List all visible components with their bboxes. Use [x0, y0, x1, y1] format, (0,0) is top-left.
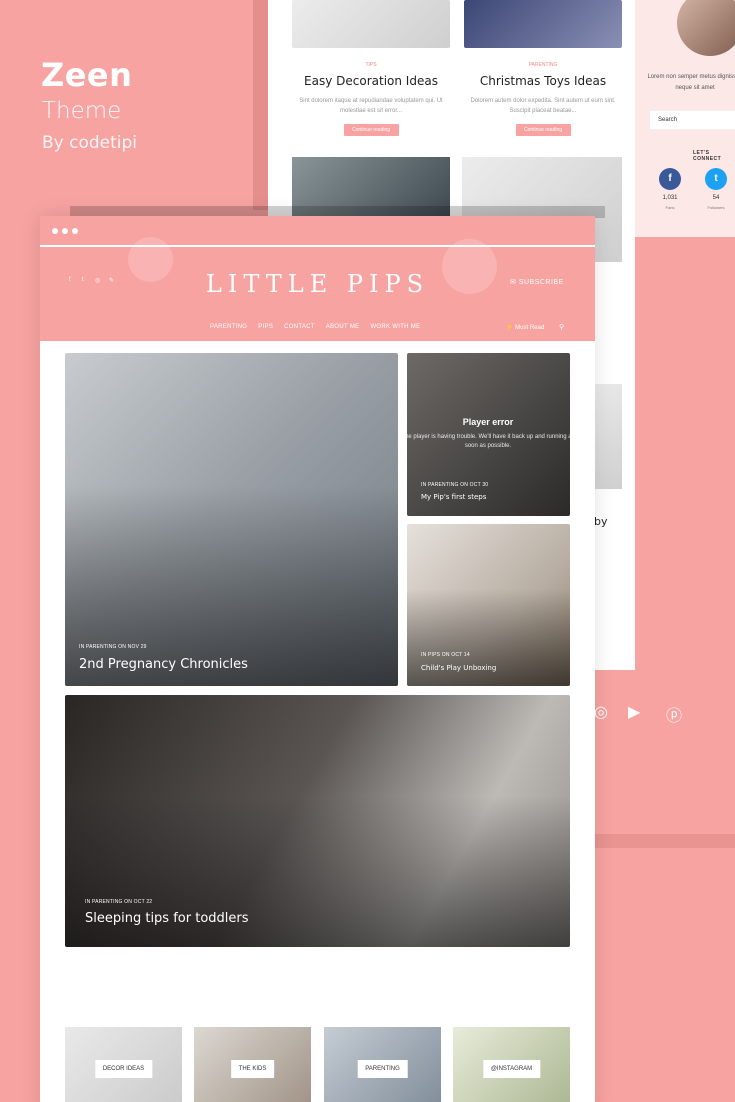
facebook-icon[interactable]: f: [659, 168, 681, 190]
site-header: f t ◎ ✎ LITTLE PIPS ✉ SUBSCRIBE PARENTIN…: [40, 237, 595, 341]
subscribe-link[interactable]: ✉ SUBSCRIBE: [510, 278, 564, 286]
card-excerpt: Dolorem autem dolor expedita. Sint autem…: [470, 98, 616, 114]
tile-title[interactable]: Child's Play Unboxing: [421, 664, 496, 672]
card-category[interactable]: TIPS: [292, 62, 450, 68]
back-card-decoration[interactable]: TIPS Easy Decoration Ideas Sint dolorem …: [292, 0, 450, 136]
tag-tile-the-kids[interactable]: THE KIDS: [194, 1027, 311, 1102]
card-excerpt: Sint dolorem itaque at repudiandae volup…: [299, 98, 443, 114]
card-category[interactable]: PARENTING: [464, 62, 622, 68]
window-dot-icon[interactable]: [62, 228, 68, 234]
brand-subtitle: Theme: [42, 98, 122, 124]
card-title[interactable]: Christmas Toys Ideas: [464, 74, 622, 88]
brand-byline: By codetipi: [42, 133, 138, 153]
tile-title[interactable]: 2nd Pregnancy Chronicles: [79, 657, 248, 672]
must-read-link[interactable]: ⚡ Must Read: [506, 324, 544, 331]
twitter-count: 54: [712, 195, 720, 201]
search-icon[interactable]: ⚲: [559, 323, 564, 331]
brand-title: Zeen: [41, 56, 133, 94]
continue-reading-button[interactable]: Continue reading: [343, 124, 399, 136]
nav-contact[interactable]: CONTACT: [284, 324, 315, 330]
window-dot-icon[interactable]: [52, 228, 58, 234]
card-title[interactable]: Easy Decoration Ideas: [292, 74, 450, 88]
player-error-message: The player is having trouble. We'll have…: [407, 434, 570, 449]
tile-meta: IN PARENTING ON OCT 22: [85, 899, 153, 905]
card-thumbnail[interactable]: [464, 0, 622, 48]
nav-parenting[interactable]: PARENTING: [210, 324, 247, 330]
tag-tile-parenting[interactable]: PARENTING: [324, 1027, 441, 1102]
tile-pregnancy-chronicles[interactable]: IN PARENTING ON NOV 29 2nd Pregnancy Chr…: [65, 353, 398, 686]
facebook-count: 1,031: [662, 195, 678, 201]
sidebar-search-input[interactable]: Search: [649, 110, 735, 130]
footer-divider: [594, 834, 735, 848]
continue-reading-button[interactable]: Continue reading: [515, 124, 571, 136]
tile-title[interactable]: Sleeping tips for toddlers: [85, 911, 249, 926]
window-title-bar: [40, 216, 595, 246]
front-browser-window: f t ◎ ✎ LITTLE PIPS ✉ SUBSCRIBE PARENTIN…: [40, 216, 595, 1102]
player-error-title: Player error: [462, 417, 514, 427]
tile-first-steps[interactable]: Player error The player is having troubl…: [407, 353, 570, 516]
youtube-icon[interactable]: ▶: [628, 702, 640, 722]
bolt-icon: ⚡: [506, 325, 516, 331]
card-thumbnail[interactable]: [292, 0, 450, 48]
window-dot-icon[interactable]: [72, 228, 78, 234]
instagram-icon[interactable]: ◎: [594, 702, 608, 722]
tile-sleeping-tips[interactable]: IN PARENTING ON OCT 22 Sleeping tips for…: [65, 695, 570, 947]
nav-about-me[interactable]: ABOUT ME: [326, 324, 360, 330]
back-window-shadow: [253, 0, 268, 210]
tile-title[interactable]: My Pip's first steps: [421, 493, 486, 501]
back-card-toys[interactable]: PARENTING Christmas Toys Ideas Dolorem a…: [464, 0, 622, 136]
subscribe-label: SUBSCRIBE: [518, 279, 564, 286]
tile-meta: IN PARENTING ON OCT 30: [421, 482, 489, 488]
footer-panel: [594, 674, 735, 834]
facebook-label: Fans: [665, 205, 675, 210]
back-card-image[interactable]: [595, 384, 622, 489]
twitter-label: Followers: [707, 205, 725, 210]
pinterest-icon[interactable]: ⓟ: [666, 702, 682, 726]
tag-tile-instagram[interactable]: @INSTAGRAM: [453, 1027, 570, 1102]
tile-meta: IN PARENTING ON NOV 29: [79, 644, 147, 650]
tile-unboxing[interactable]: IN PIPS ON OCT 14 Child's Play Unboxing: [407, 524, 570, 686]
lets-connect-heading: LET'S CONNECT: [693, 150, 722, 162]
must-read-label: Must Read: [515, 325, 545, 331]
peek-text: by: [594, 515, 608, 528]
nav-pips[interactable]: PIPS: [258, 324, 273, 330]
tag-label[interactable]: THE KIDS: [230, 1060, 275, 1078]
twitter-icon[interactable]: t: [705, 168, 727, 190]
nav-work-with-me[interactable]: WORK WITH ME: [370, 324, 420, 330]
tag-label[interactable]: DECOR IDEAS: [94, 1060, 153, 1078]
sidebar-about-text: Lorem non semper metus dignissim neque s…: [647, 74, 735, 91]
main-nav: PARENTING PIPS CONTACT ABOUT ME WORK WIT…: [210, 324, 420, 330]
tag-label[interactable]: @INSTAGRAM: [482, 1060, 541, 1078]
tile-meta: IN PIPS ON OCT 14: [421, 652, 470, 658]
mail-icon: ✉: [510, 279, 519, 286]
tag-label[interactable]: PARENTING: [357, 1060, 408, 1078]
tag-tile-decor-ideas[interactable]: DECOR IDEAS: [65, 1027, 182, 1102]
